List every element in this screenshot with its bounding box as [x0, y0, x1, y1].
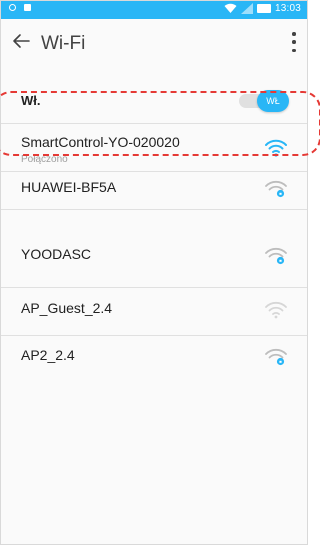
divider	[1, 171, 307, 172]
menu-dot	[292, 40, 296, 44]
back-arrow-icon[interactable]	[11, 31, 31, 51]
sync-icon	[9, 4, 16, 11]
menu-dot	[292, 48, 296, 52]
wifi-open-icon	[265, 301, 287, 319]
status-right: 13:03	[224, 3, 301, 14]
wifi-toggle-row[interactable]: Wł. WŁ	[1, 87, 307, 115]
page-title: Wi-Fi	[41, 33, 86, 54]
status-bar: 13:03	[1, 1, 307, 19]
network-name: HUAWEI-BF5A	[21, 179, 117, 195]
wifi-locked-icon	[265, 180, 287, 198]
network-item-yoodasc[interactable]: YOODASC	[1, 211, 307, 265]
network-item-smartcontrol[interactable]: SmartControl-YO-020020 Połączono	[1, 125, 307, 169]
wifi-locked-icon	[265, 247, 287, 265]
divider	[1, 209, 307, 210]
signal-icon	[240, 3, 253, 14]
divider	[1, 287, 307, 288]
toggle-thumb: WŁ	[257, 90, 289, 112]
phone-screen: 13:03 Wi-Fi Wł. WŁ SmartControl-YO-02002…	[0, 0, 320, 545]
network-item-ap-guest[interactable]: AP_Guest_2.4	[1, 289, 307, 337]
battery-icon	[256, 4, 271, 13]
wifi-strength-full-icon	[265, 139, 287, 157]
menu-dot	[292, 32, 296, 36]
wifi-toggle-switch[interactable]: WŁ	[239, 90, 289, 112]
wifi-toggle-label: Wł.	[21, 93, 41, 108]
divider	[1, 335, 307, 336]
status-time: 13:03	[274, 3, 301, 14]
network-name: AP_Guest_2.4	[21, 300, 113, 316]
network-name: AP2_2.4	[21, 347, 75, 363]
wifi-status-icon	[224, 3, 237, 13]
status-left	[9, 4, 31, 11]
notification-icon	[24, 4, 31, 11]
more-options-icon[interactable]	[291, 32, 297, 52]
network-name: YOODASC	[21, 246, 92, 262]
app-bar: Wi-Fi	[1, 19, 307, 67]
network-item-ap2[interactable]: AP2_2.4	[1, 337, 307, 385]
divider	[1, 123, 307, 124]
wifi-locked-icon	[265, 348, 287, 366]
network-name: SmartControl-YO-020020	[21, 134, 180, 150]
network-status: Połączono	[21, 154, 68, 165]
